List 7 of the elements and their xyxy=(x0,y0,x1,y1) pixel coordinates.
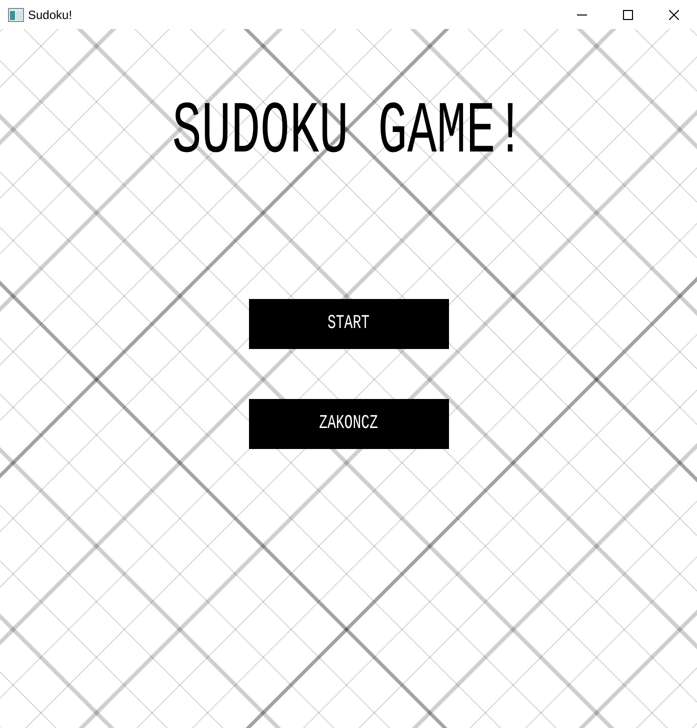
window-title: Sudoku! xyxy=(28,8,74,22)
maximize-icon[interactable] xyxy=(623,10,633,20)
app-icon xyxy=(8,6,24,22)
menu-button[interactable]: START xyxy=(248,299,448,349)
menu-button[interactable]: ZAKONCZ xyxy=(248,399,448,449)
close-icon[interactable] xyxy=(669,10,679,20)
game-title: SUDOKU GAME! xyxy=(172,96,525,170)
